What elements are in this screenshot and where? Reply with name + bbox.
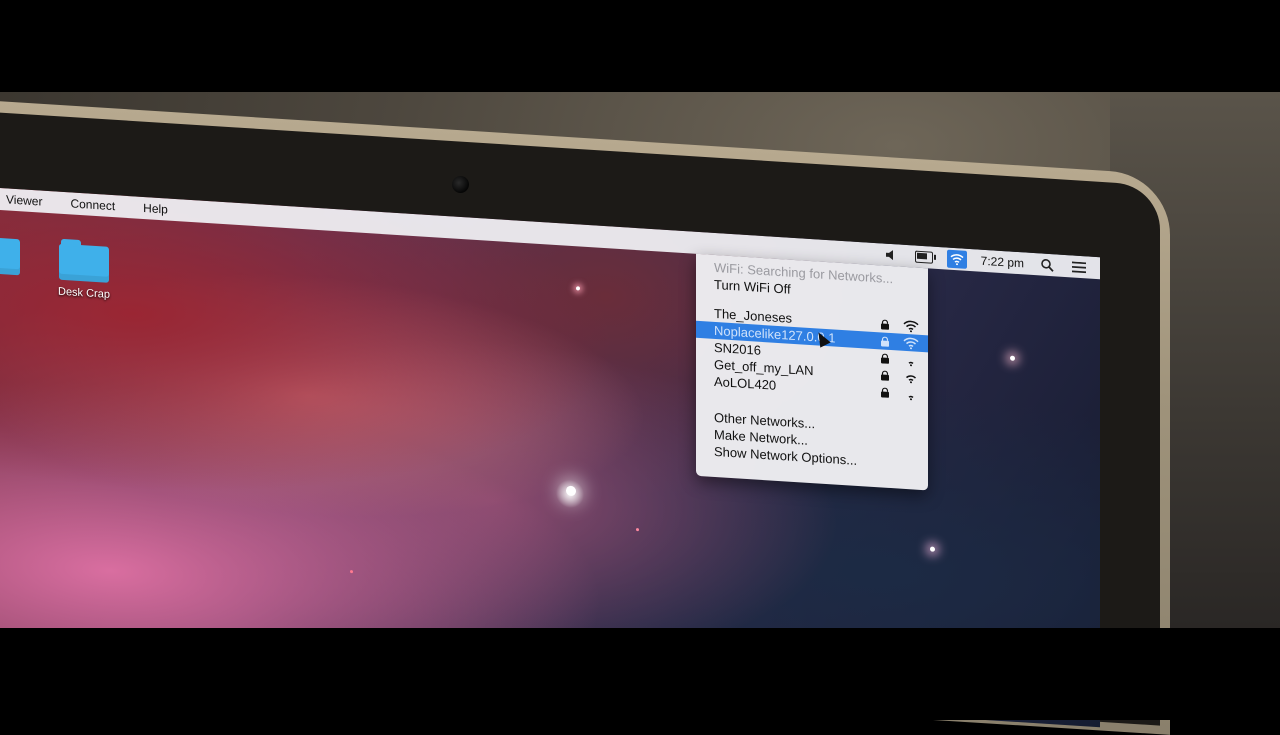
- folder-icon: [58, 243, 109, 283]
- signal-icon: [900, 353, 922, 366]
- desktop-folder-partial[interactable]: [0, 236, 20, 276]
- desktop-folder-label: Desk Crap: [58, 285, 110, 301]
- lock-icon: [878, 353, 892, 364]
- folder-icon: [0, 236, 20, 276]
- desktop-folder[interactable]: Desk Crap: [58, 243, 110, 301]
- signal-icon: [900, 319, 922, 332]
- wifi-menu: WiFi: Searching for Networks... Turn WiF…: [696, 253, 928, 491]
- nebula-star: [636, 528, 639, 532]
- nebula-star: [566, 485, 576, 497]
- list-icon[interactable]: [1070, 258, 1088, 275]
- signal-icon: [900, 370, 922, 383]
- signal-icon: [900, 387, 922, 400]
- lock-icon: [878, 387, 892, 398]
- nebula-star: [350, 570, 353, 574]
- menu-connect[interactable]: Connect: [56, 196, 129, 215]
- letterbox-bottom: [0, 628, 1280, 720]
- nebula-star: [930, 546, 935, 552]
- clock[interactable]: 7:22 pm: [981, 254, 1024, 271]
- menu-help[interactable]: Help: [129, 200, 182, 217]
- volume-icon[interactable]: [883, 247, 901, 264]
- search-icon[interactable]: [1038, 256, 1056, 273]
- signal-icon: [900, 336, 922, 349]
- nebula-star: [576, 286, 580, 291]
- wifi-icon[interactable]: [946, 249, 967, 269]
- lock-icon: [878, 370, 892, 381]
- battery-icon[interactable]: [914, 249, 933, 266]
- nebula-star: [1010, 355, 1015, 361]
- menu-viewer[interactable]: Viewer: [0, 192, 56, 210]
- lock-icon: [878, 336, 892, 347]
- letterbox-top: [0, 0, 1280, 92]
- lock-icon: [878, 319, 892, 330]
- webcam: [452, 176, 469, 193]
